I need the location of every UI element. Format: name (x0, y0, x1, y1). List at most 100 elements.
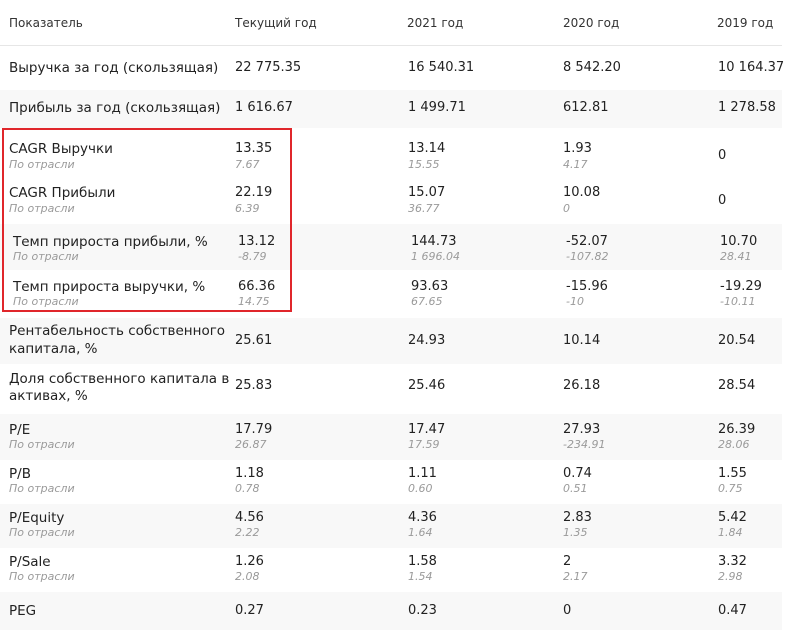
industry-value-2021: 67.65 (411, 295, 443, 308)
industry-value-2019: 1.84 (718, 526, 743, 539)
value-2019: 3.32 (718, 554, 747, 569)
value-2021: 13.14 (408, 141, 446, 156)
value-2020: 10.14 (563, 333, 601, 348)
value-2020: 26.18 (563, 378, 601, 393)
value-2019: 10.70 (720, 234, 758, 249)
value-2021: 25.46 (408, 378, 446, 393)
row-label-line1: Рентабельность собственного (9, 323, 226, 339)
value-2019: 0.47 (718, 603, 747, 618)
table-header: Показатель Текущий год 2021 год 2020 год… (0, 0, 782, 46)
value-2019: 0 (718, 148, 727, 163)
value-2021: 1.11 (408, 466, 437, 481)
table-row: Выручка за год (скользящая) 22 775.35 16… (0, 46, 785, 90)
industry-value-2021: 15.55 (408, 158, 440, 171)
industry-value-2020: -107.82 (566, 250, 609, 263)
industry-value-2020: 0 (563, 202, 570, 215)
value-2019: 26.39 (718, 422, 756, 437)
value-2020: 8 542.20 (563, 60, 621, 75)
industry-value-2020: 0.51 (563, 482, 588, 495)
value-2020: -15.96 (566, 279, 608, 294)
value-current: 1.18 (235, 466, 264, 481)
industry-value-2020: -234.91 (563, 438, 606, 451)
value-current: 17.79 (235, 422, 273, 437)
industry-value-2019: -10.11 (720, 295, 756, 308)
industry-value-2021: 17.59 (408, 438, 440, 451)
row-sublabel: По отрасли (9, 438, 75, 451)
value-2021: 4.36 (408, 510, 437, 525)
header-2019: 2019 год (717, 16, 774, 30)
table-row: P/Sale По отрасли 1.26 2.08 1.58 1.54 2 … (0, 548, 782, 592)
table-row: Рентабельность собственного капитала, % … (0, 318, 782, 364)
value-2020: 10.08 (563, 185, 601, 200)
industry-value-2019: 28.06 (718, 438, 750, 451)
industry-value-2020: 4.17 (563, 158, 588, 171)
value-current: 1 616.67 (235, 100, 293, 115)
value-2020: 612.81 (563, 100, 609, 115)
table-row: P/Equity По отрасли 4.56 2.22 4.36 1.64 … (0, 504, 782, 548)
value-2020: 2.83 (563, 510, 592, 525)
industry-value-2019: 28.41 (720, 250, 752, 263)
table-row: P/E По отрасли 17.79 26.87 17.47 17.59 2… (0, 414, 782, 460)
row-sublabel: По отрасли (9, 570, 75, 583)
value-2020: -52.07 (566, 234, 608, 249)
industry-value-current: 0.78 (235, 482, 260, 495)
industry-value-2021: 36.77 (408, 202, 440, 215)
value-2019: 20.54 (718, 333, 756, 348)
row-label: P/B (9, 466, 31, 482)
industry-value-current: 2.22 (235, 526, 260, 539)
industry-value-2020: 2.17 (563, 570, 588, 583)
value-2019: 10 164.37 (718, 60, 785, 75)
industry-value-2021: 1.64 (408, 526, 433, 539)
industry-value-2019: 0.75 (718, 482, 743, 495)
header-2021: 2021 год (407, 16, 464, 30)
value-2021: 93.63 (411, 279, 449, 294)
row-label: P/Sale (9, 554, 51, 570)
row-label-line1: Доля собственного капитала в (9, 371, 230, 387)
value-2021: 144.73 (411, 234, 457, 249)
value-2019: 1 278.58 (718, 100, 776, 115)
row-label: Прибыль за год (скользящая) (9, 100, 221, 116)
row-label: PEG (9, 603, 37, 619)
industry-value-2020: 1.35 (563, 526, 588, 539)
industry-value-2019: 2.98 (718, 570, 743, 583)
value-2019: 1.55 (718, 466, 747, 481)
value-2020: 0 (563, 603, 572, 618)
value-current: 25.83 (235, 378, 273, 393)
value-current: 0.27 (235, 603, 264, 618)
value-2021: 16 540.31 (408, 60, 475, 75)
industry-value-2021: 0.60 (408, 482, 433, 495)
value-2021: 1 499.71 (408, 100, 466, 115)
table-row: P/B По отрасли 1.18 0.78 1.11 0.60 0.74 … (0, 460, 782, 504)
header-indicator: Показатель (9, 16, 83, 30)
table-row: PEG 0.27 0.23 0 0.47 (0, 592, 782, 630)
value-2019: 28.54 (718, 378, 756, 393)
indicators-table: Показатель Текущий год 2021 год 2020 год… (0, 0, 793, 630)
value-2020: 27.93 (563, 422, 601, 437)
row-sublabel: По отрасли (9, 482, 75, 495)
industry-value-2020: -10 (566, 295, 584, 308)
header-current-year: Текущий год (235, 16, 317, 30)
row-label: P/Equity (9, 510, 65, 526)
value-2021: 1.58 (408, 554, 437, 569)
row-label-line2: активах, % (9, 388, 88, 404)
value-2021: 24.93 (408, 333, 446, 348)
industry-value-current: 26.87 (235, 438, 267, 451)
value-current: 4.56 (235, 510, 264, 525)
row-label: Выручка за год (скользящая) (9, 60, 219, 76)
table-row: Прибыль за год (скользящая) 1 616.67 1 4… (0, 90, 782, 128)
value-2020: 2 (563, 554, 572, 569)
value-current: 1.26 (235, 554, 264, 569)
industry-value-2021: 1.54 (408, 570, 433, 583)
value-current: 25.61 (235, 333, 273, 348)
industry-value-current: 2.08 (235, 570, 260, 583)
value-2020: 1.93 (563, 141, 592, 156)
row-label: P/E (9, 422, 31, 438)
value-current: 22 775.35 (235, 60, 302, 75)
row-label-line2: капитала, % (9, 341, 98, 357)
value-2020: 0.74 (563, 466, 592, 481)
value-2019: 5.42 (718, 510, 747, 525)
row-sublabel: По отрасли (9, 526, 75, 539)
table-row: Доля собственного капитала в активах, % … (0, 364, 782, 410)
highlight-box (2, 128, 292, 312)
value-2019: 0 (718, 193, 727, 208)
